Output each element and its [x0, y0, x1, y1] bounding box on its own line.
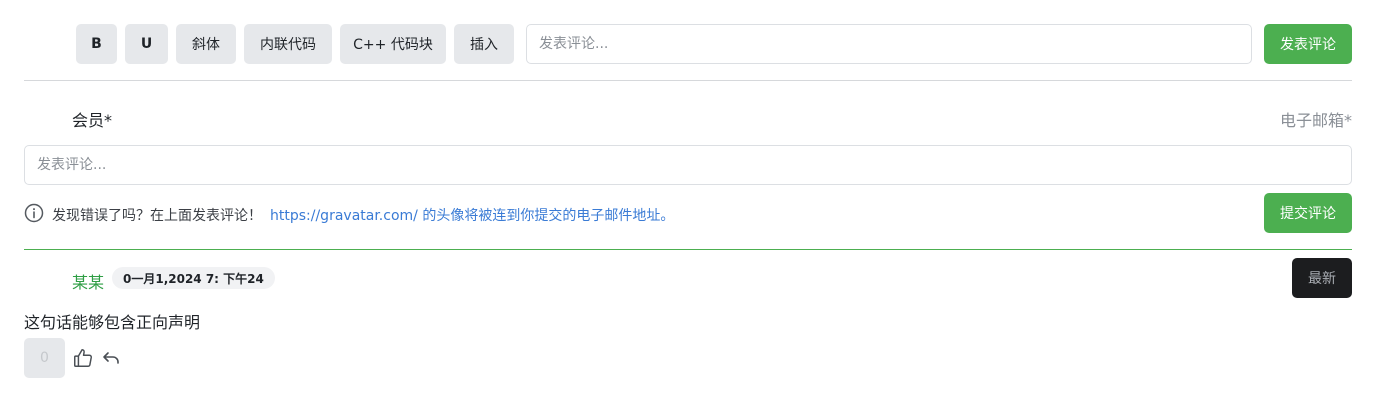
- cpp-code-block-button[interactable]: C++ 代码块: [340, 24, 446, 64]
- comment-text: 这句话能够包含正向声明: [24, 313, 201, 332]
- member-label: 会员*: [72, 111, 113, 130]
- email-label[interactable]: 电子邮箱*: [1280, 107, 1352, 131]
- comment-date-badge: 0一月1,2024 7: 下午24: [112, 267, 275, 289]
- gravatar-link[interactable]: https://gravatar.com/ 的头像将被连到你提交的电子邮件地址。: [270, 205, 674, 225]
- vote-count: 0: [24, 338, 65, 378]
- thumbs-up-icon[interactable]: [72, 347, 94, 369]
- insert-button[interactable]: 插入: [454, 24, 514, 64]
- underline-button[interactable]: U: [125, 24, 168, 64]
- info-circle-icon: [24, 203, 44, 223]
- post-comment-button[interactable]: 发表评论: [1264, 24, 1352, 64]
- submit-comment-button[interactable]: 提交评论: [1264, 193, 1352, 233]
- reply-arrow-icon[interactable]: [102, 350, 120, 366]
- bold-button[interactable]: B: [76, 24, 117, 64]
- info-text: 发现错误了吗？在上面发表评论！: [52, 208, 262, 224]
- comment-author[interactable]: 某某: [72, 269, 104, 293]
- toolbar-comment-input[interactable]: [526, 24, 1252, 64]
- divider: [24, 80, 1352, 81]
- divider-green: [24, 249, 1352, 250]
- italic-button[interactable]: 斜体: [176, 24, 236, 64]
- inline-code-button[interactable]: 内联代码: [244, 24, 332, 64]
- comment-input[interactable]: [24, 145, 1352, 185]
- sort-newest-button[interactable]: 最新: [1292, 258, 1352, 298]
